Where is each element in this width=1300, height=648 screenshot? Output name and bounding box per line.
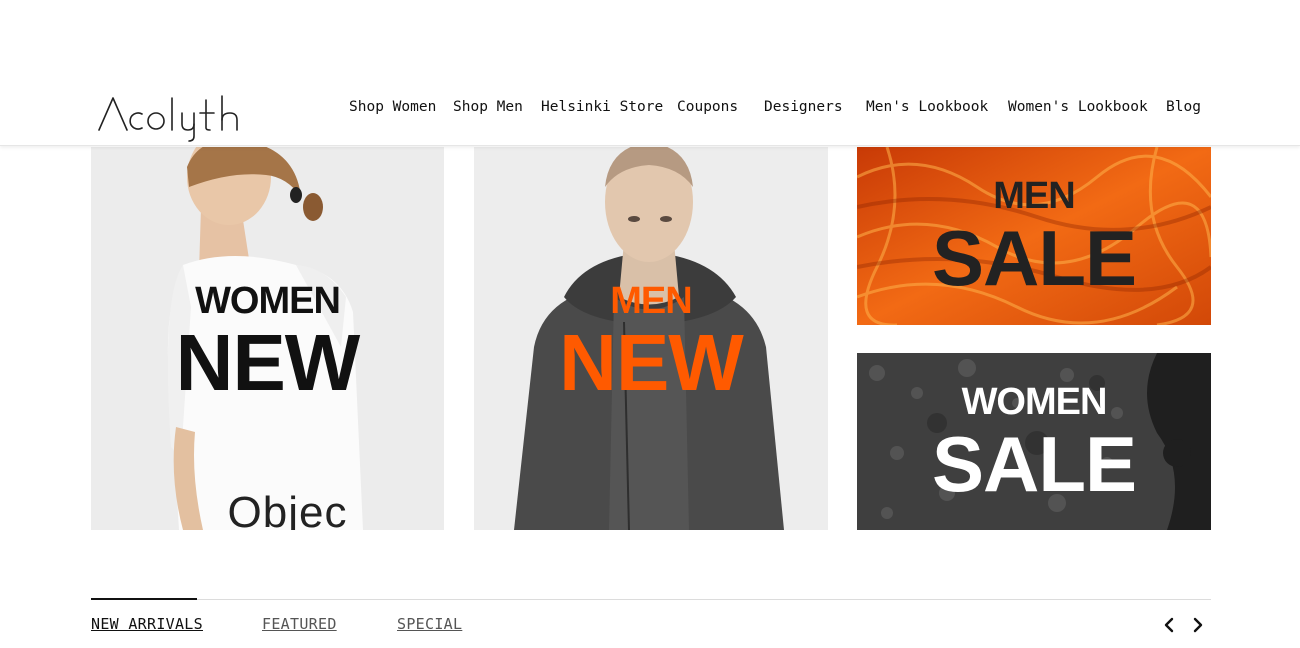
tabs-divider [91,599,1211,600]
banner-men-sale-line1: MEN [993,175,1075,217]
tab-featured[interactable]: FEATURED [262,615,337,633]
nav-blog[interactable]: Blog [1166,99,1201,115]
site-header: Shop Women Shop Men Helsinki Store Coupo… [0,0,1300,146]
nav-mens-lookbook[interactable]: Men's Lookbook [866,99,988,115]
nav-helsinki-store[interactable]: Helsinki Store [541,99,663,115]
banner-men-new-line1: MEN [610,280,692,322]
chevron-left-icon [1164,617,1174,633]
banner-women-sale-line2: SALE [931,420,1137,508]
tab-new-arrivals[interactable]: NEW ARRIVALS [91,615,203,633]
tab-active-indicator [91,598,197,600]
nav-womens-lookbook[interactable]: Women's Lookbook [1008,99,1148,115]
carousel-prev-button[interactable] [1162,616,1176,634]
tab-special[interactable]: SPECIAL [397,615,462,633]
banner-women-sale[interactable]: WOMEN SALE [857,353,1211,530]
nav-coupons[interactable]: Coupons [677,99,738,115]
banner-women-sale-line1: WOMEN [961,381,1108,423]
main-nav: Shop Women Shop Men Helsinki Store Coupo… [0,99,1300,121]
nav-shop-men[interactable]: Shop Men [453,99,523,115]
banner-men-sale-line2: SALE [931,214,1137,302]
banner-women-new[interactable]: WOMEN NEW Objec [91,147,444,530]
nav-designers[interactable]: Designers [764,99,843,115]
banner-men-new-line2: NEW [559,318,744,407]
chevron-right-icon [1193,617,1203,633]
banner-men-new[interactable]: MEN NEW [474,147,828,530]
banner-women-new-line2: NEW [175,318,361,407]
banner-women-new-line1: WOMEN [195,280,341,322]
shirt-print-text: Objec [227,488,348,531]
nav-shop-women[interactable]: Shop Women [349,99,436,115]
banner-men-sale[interactable]: MEN SALE [857,147,1211,325]
carousel-next-button[interactable] [1191,616,1205,634]
